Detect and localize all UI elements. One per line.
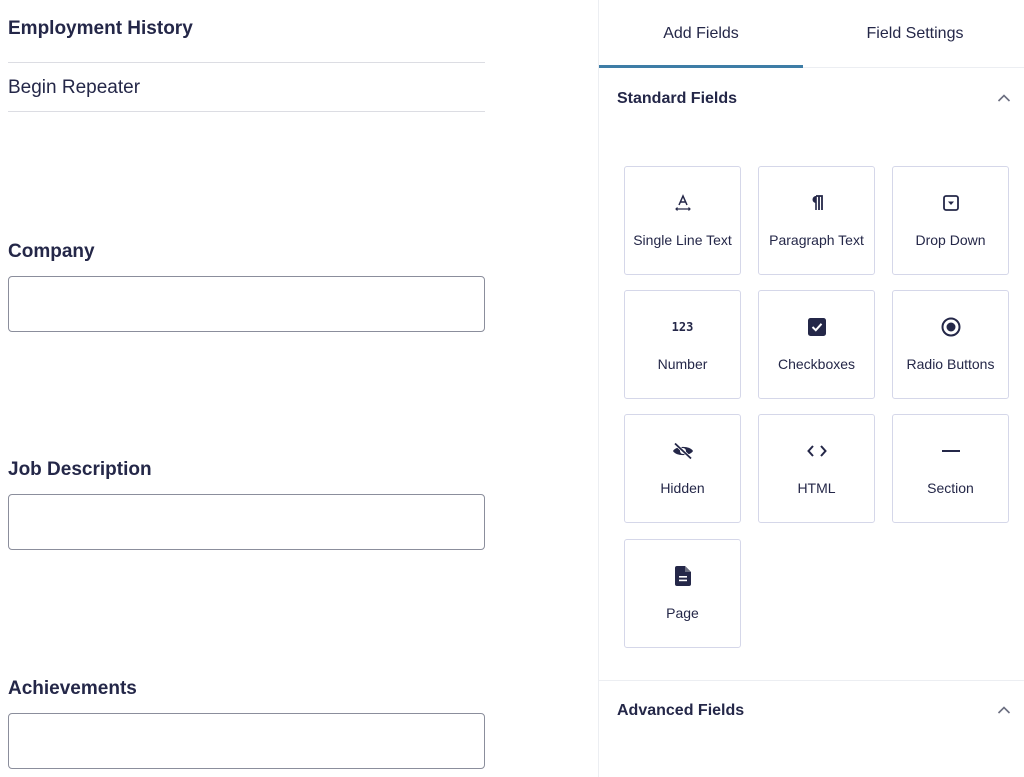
dropdown-icon xyxy=(939,191,963,215)
number-label: Number xyxy=(657,356,708,372)
single-line-text-button[interactable]: Single Line Text xyxy=(624,166,741,275)
chevron-up-icon[interactable] xyxy=(997,705,1011,715)
single-line-text-label: Single Line Text xyxy=(633,232,732,248)
code-icon xyxy=(805,439,829,463)
radio-icon xyxy=(939,315,963,339)
html-button[interactable]: HTML xyxy=(758,414,875,523)
section-title[interactable]: Employment History xyxy=(8,18,193,40)
hidden-label: Hidden xyxy=(660,480,705,496)
hidden-button[interactable]: Hidden xyxy=(624,414,741,523)
paragraph-text-label: Paragraph Text xyxy=(769,232,864,248)
eye-slash-icon xyxy=(671,439,695,463)
job-description-label[interactable]: Job Description xyxy=(8,459,152,481)
standard-fields-title: Standard Fields xyxy=(617,90,738,107)
repeater-divider xyxy=(8,111,485,112)
page-label: Page xyxy=(666,605,699,621)
standard-fields-header[interactable]: Standard Fields xyxy=(599,69,1024,129)
number-icon-text: 123 xyxy=(671,320,694,334)
radio-buttons-label: Radio Buttons xyxy=(906,356,995,372)
begin-repeater-label[interactable]: Begin Repeater xyxy=(8,77,140,99)
single-line-text-icon xyxy=(671,191,695,215)
drop-down-button[interactable]: Drop Down xyxy=(892,166,1009,275)
achievements-label[interactable]: Achievements xyxy=(8,678,137,700)
document-icon xyxy=(671,564,695,588)
radio-buttons-button[interactable]: Radio Buttons xyxy=(892,290,1009,399)
company-input[interactable] xyxy=(8,276,485,332)
job-description-input[interactable] xyxy=(8,494,485,550)
achievements-input[interactable] xyxy=(8,713,485,769)
sidebar-tabs: Add Fields Field Settings xyxy=(599,0,1024,68)
checkboxes-button[interactable]: Checkboxes xyxy=(758,290,875,399)
tab-add-fields[interactable]: Add Fields xyxy=(599,0,803,68)
active-tab-indicator xyxy=(599,65,803,68)
html-label: HTML xyxy=(797,480,836,496)
form-canvas: Employment History Begin Repeater Compan… xyxy=(0,0,598,777)
paragraph-text-button[interactable]: Paragraph Text xyxy=(758,166,875,275)
checkboxes-label: Checkboxes xyxy=(777,356,856,372)
tab-field-settings[interactable]: Field Settings xyxy=(813,0,1017,68)
paragraph-icon xyxy=(805,191,829,215)
field-sidebar: Add Fields Field Settings Standard Field… xyxy=(598,0,1024,777)
number-button[interactable]: 123 Number xyxy=(624,290,741,399)
advanced-fields-header[interactable]: Advanced Fields xyxy=(599,681,1024,741)
section-divider xyxy=(8,62,485,63)
checkbox-icon xyxy=(805,315,829,339)
number-icon: 123 xyxy=(671,315,695,339)
page-button[interactable]: Page xyxy=(624,539,741,648)
chevron-up-icon[interactable] xyxy=(997,93,1011,103)
company-label[interactable]: Company xyxy=(8,241,95,263)
minus-icon xyxy=(939,439,963,463)
drop-down-label: Drop Down xyxy=(915,232,986,248)
advanced-fields-title: Advanced Fields xyxy=(617,702,745,719)
section-button[interactable]: Section xyxy=(892,414,1009,523)
section-label: Section xyxy=(927,480,974,496)
